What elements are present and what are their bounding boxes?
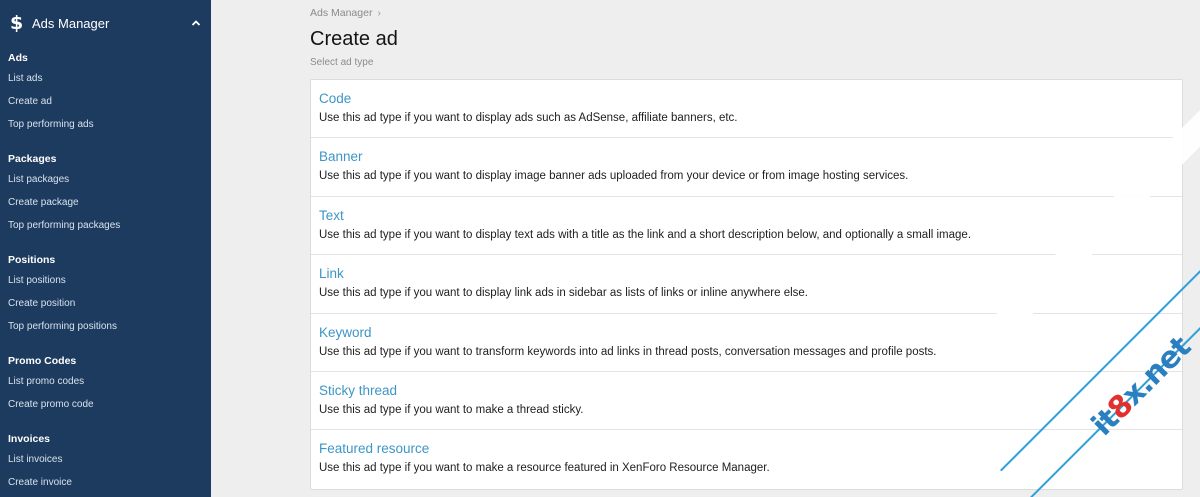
sidebar-item[interactable]: Create package — [0, 193, 211, 216]
sidebar-section: InvoicesList invoicesCreate invoiceStati… — [0, 427, 211, 497]
sidebar-section: Promo Codes List promo codes Create promo … — [0, 349, 211, 418]
sidebar-header[interactable]: $ Ads Manager — [0, 0, 211, 46]
sidebar-section: Ads List ads Create ad Top performing ads — [0, 46, 211, 138]
ad-type-description: Use this ad type if you want to make a t… — [319, 403, 584, 416]
ad-type-description: Use this ad type if you want to make a r… — [319, 462, 770, 475]
sidebar-item[interactable]: Create position — [0, 294, 211, 317]
chevron-right-icon: › — [377, 7, 381, 19]
ad-type-row[interactable]: Text Use this ad type if you want to disp… — [311, 197, 1182, 256]
ad-type-description: Use this ad type if you want to display … — [319, 170, 909, 183]
page-title: Create ad — [310, 28, 398, 50]
ad-type-description: Use this ad type if you want to display … — [319, 112, 738, 124]
breadcrumb: Ads Manager › — [310, 7, 381, 19]
ad-type-row[interactable]: Featured resource Use this ad type if you… — [311, 430, 1182, 489]
sidebar-item[interactable]: Create ad — [0, 92, 211, 115]
sidebar-item[interactable]: List positions — [0, 271, 211, 294]
breadcrumb-link[interactable]: Ads Manager — [310, 7, 372, 19]
chevron-up-icon[interactable] — [191, 18, 201, 28]
ad-type-link[interactable]: Keyword — [319, 325, 1174, 341]
sidebar-item[interactable]: Top performing positions — [0, 317, 211, 340]
sidebar-item[interactable]: Create invoice — [0, 473, 211, 496]
sidebar-section-title: Packages — [8, 153, 57, 165]
ad-type-link[interactable]: Sticky thread — [319, 383, 1174, 399]
sidebar-item[interactable]: List invoices — [0, 450, 211, 473]
sidebar-sections: Ads List ads Create ad Top performing ads Pa… — [0, 46, 211, 497]
ad-type-description: Use this ad type if you want to display … — [319, 228, 972, 241]
sidebar-item[interactable]: Top performing packages — [0, 216, 211, 239]
ad-type-row[interactable]: Code Use this ad type if you want to disp… — [311, 80, 1182, 139]
dollar-icon: $ — [10, 11, 24, 34]
sidebar-section-title: Positions — [8, 254, 56, 266]
ad-type-link[interactable]: Code — [319, 91, 1174, 107]
page-subtitle: Select ad type — [310, 57, 374, 68]
ad-type-description: Use this ad type if you want to transfor… — [319, 345, 937, 358]
sidebar-section-title: Ads — [8, 52, 28, 64]
sidebar-item[interactable]: List promo codes — [0, 372, 211, 395]
sidebar: $ Ads Manager Ads List ads Create ad Top pe… — [0, 0, 211, 497]
ad-type-link[interactable]: Banner — [319, 149, 1174, 165]
ad-type-link[interactable]: Featured resource — [319, 441, 1174, 457]
sidebar-item[interactable]: List packages — [0, 170, 211, 193]
sidebar-item[interactable]: List ads — [0, 69, 211, 92]
sidebar-item[interactable]: Top performing ads — [0, 115, 211, 138]
sidebar-section-title: Promo Codes — [8, 355, 77, 367]
ad-type-row[interactable]: Keyword Use this ad type if you want to t… — [311, 314, 1182, 372]
ad-type-row[interactable]: Banner Use this ad type if you want to di… — [311, 138, 1182, 197]
ad-type-link[interactable]: Text — [319, 208, 1174, 224]
sidebar-item[interactable]: Create promo code — [0, 395, 211, 418]
ad-type-row[interactable]: Sticky thread Use this ad type if you wan… — [311, 372, 1182, 431]
sidebar-section: Positions List positions Create position To… — [0, 248, 211, 340]
sidebar-section-title: Invoices — [8, 433, 51, 445]
sidebar-title: Ads Manager — [32, 15, 110, 31]
sidebar-section: Packages List packages Create package Top p… — [0, 147, 211, 239]
